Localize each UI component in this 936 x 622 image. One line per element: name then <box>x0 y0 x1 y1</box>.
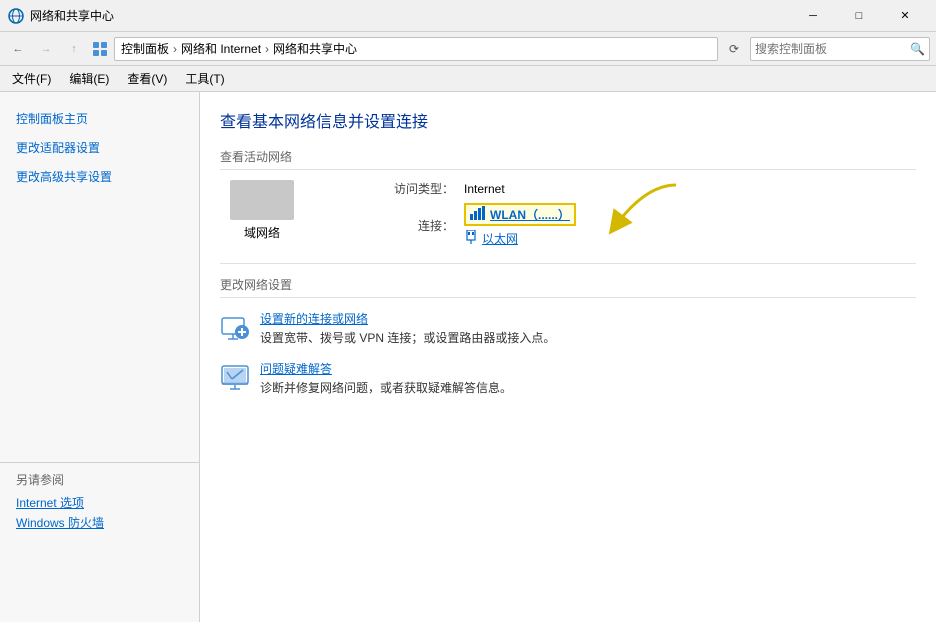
maximize-button[interactable]: □ <box>836 0 882 32</box>
separator-2: › <box>265 42 269 56</box>
breadcrumb-network[interactable]: 网络和 Internet <box>181 40 261 57</box>
also-see-internet[interactable]: Internet 选项 <box>16 494 184 511</box>
address-path[interactable]: 控制面板 › 网络和 Internet › 网络和共享中心 <box>114 37 718 61</box>
title-bar: 网络和共享中心 ─ □ ✕ <box>0 0 936 32</box>
sidebar: 控制面板主页 更改适配器设置 更改高级共享设置 另请参阅 Internet 选项… <box>0 92 200 622</box>
sidebar-item-adapter[interactable]: 更改适配器设置 <box>0 133 199 162</box>
also-see-title: 另请参阅 <box>16 471 184 488</box>
wlan-text: WLAN（......） <box>490 206 570 223</box>
sidebar-item-advanced[interactable]: 更改高级共享设置 <box>0 162 199 191</box>
separator-1: › <box>173 42 177 56</box>
refresh-button[interactable]: ⟳ <box>722 37 746 61</box>
setup-new-content: 设置新的连接或网络 设置宽带、拨号或 VPN 连接；或设置路由器或接入点。 <box>260 310 916 346</box>
connection-label: 连接： <box>394 217 454 234</box>
breadcrumb-controlpanel[interactable]: 控制面板 <box>121 40 169 57</box>
forward-button[interactable]: → <box>34 37 58 61</box>
setup-new-item: 设置新的连接或网络 设置宽带、拨号或 VPN 连接；或设置路由器或接入点。 <box>220 310 916 346</box>
also-see-firewall[interactable]: Windows 防火墙 <box>16 514 184 531</box>
menu-file[interactable]: 文件(F) <box>4 68 59 89</box>
network-type-label: 域网络 <box>244 224 280 241</box>
section-divider <box>220 263 916 264</box>
title-bar-controls: ─ □ ✕ <box>790 0 928 32</box>
back-button[interactable]: ← <box>6 37 30 61</box>
menu-bar: 文件(F) 编辑(E) 查看(V) 工具(T) <box>0 66 936 92</box>
network-name-block: 域网络 <box>230 180 294 241</box>
title-bar-title: 网络和共享中心 <box>30 7 790 24</box>
yellow-arrow <box>586 175 686 258</box>
menu-view[interactable]: 查看(V) <box>119 68 175 89</box>
troubleshoot-icon <box>220 362 250 392</box>
access-type-row: 访问类型： Internet <box>394 180 576 197</box>
network-details: 访问类型： Internet 连接： <box>394 180 576 247</box>
ethernet-text: 以太网 <box>482 230 518 247</box>
troubleshoot-content: 问题疑难解答 诊断并修复网络问题，或者获取疑难解答信息。 <box>260 360 916 396</box>
connection-links: WLAN（......） 以太网 <box>464 203 576 247</box>
troubleshoot-item: 问题疑难解答 诊断并修复网络问题，或者获取疑难解答信息。 <box>220 360 916 396</box>
network-info-row: 域网络 访问类型： Internet 连接： <box>220 180 916 247</box>
access-type-label: 访问类型： <box>394 180 454 197</box>
content-area: 查看基本网络信息并设置连接 查看活动网络 域网络 访问类型： Internet … <box>200 92 936 622</box>
page-title: 查看基本网络信息并设置连接 <box>220 108 916 132</box>
setup-new-title[interactable]: 设置新的连接或网络 <box>260 310 916 327</box>
breadcrumb-sharing[interactable]: 网络和共享中心 <box>273 40 357 57</box>
menu-tools[interactable]: 工具(T) <box>177 68 232 89</box>
connection-row: 连接： WLAN（......） <box>394 203 576 247</box>
main-layout: 控制面板主页 更改适配器设置 更改高级共享设置 另请参阅 Internet 选项… <box>0 92 936 622</box>
ethernet-icon <box>464 230 478 247</box>
close-button[interactable]: ✕ <box>882 0 928 32</box>
search-input[interactable] <box>755 42 910 56</box>
active-network-label: 查看活动网络 <box>220 148 916 170</box>
search-box[interactable]: 🔍 <box>750 37 930 61</box>
ethernet-link[interactable]: 以太网 <box>464 230 518 247</box>
setup-new-desc: 设置宽带、拨号或 VPN 连接；或设置路由器或接入点。 <box>260 329 916 346</box>
search-icon[interactable]: 🔍 <box>910 39 925 59</box>
location-icon <box>90 39 110 59</box>
up-button[interactable]: ↑ <box>62 37 86 61</box>
setup-new-icon <box>220 312 250 342</box>
signal-icon <box>470 206 486 223</box>
sidebar-item-home[interactable]: 控制面板主页 <box>0 104 199 133</box>
change-network-label: 更改网络设置 <box>220 276 916 298</box>
access-type-value: Internet <box>464 182 505 196</box>
network-icon <box>230 180 294 220</box>
wlan-link[interactable]: WLAN（......） <box>464 203 576 226</box>
title-bar-icon <box>8 8 24 24</box>
address-bar: ← → ↑ 控制面板 › 网络和 Internet › 网络和共享中心 ⟳ 🔍 <box>0 32 936 66</box>
troubleshoot-title[interactable]: 问题疑难解答 <box>260 360 916 377</box>
menu-edit[interactable]: 编辑(E) <box>61 68 117 89</box>
minimize-button[interactable]: ─ <box>790 0 836 32</box>
troubleshoot-desc: 诊断并修复网络问题，或者获取疑难解答信息。 <box>260 379 916 396</box>
